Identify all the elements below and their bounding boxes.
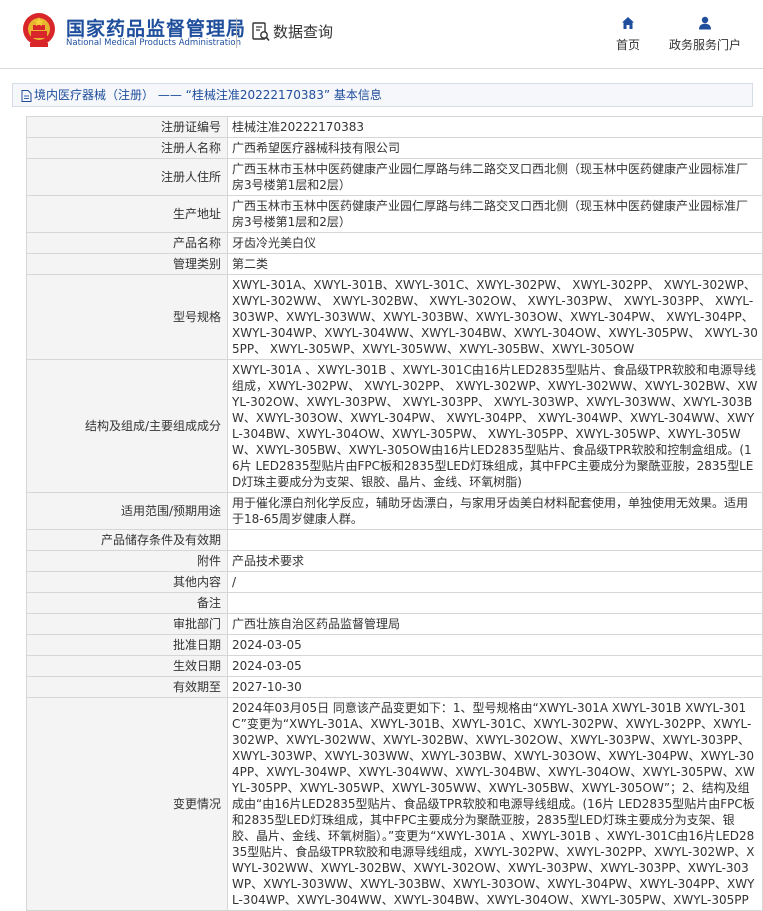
field-label: 型号规格 bbox=[26, 274, 228, 360]
table-row: 审批部门 广西壮族自治区药品监督管理局 bbox=[26, 613, 763, 635]
field-label: 批准日期 bbox=[26, 634, 228, 656]
site-title[interactable]: 国家药品监督管理局 bbox=[66, 14, 246, 41]
field-value: 广西玉林市玉林中医药健康产业园仁厚路与纬二路交叉口西北侧（现玉林中医药健康产业园… bbox=[227, 158, 763, 196]
nav-home[interactable]: 首页 bbox=[613, 16, 643, 53]
field-label: 备注 bbox=[26, 592, 228, 614]
field-value: 广西玉林市玉林中医药健康产业园仁厚路与纬二路交叉口西北侧（现玉林中医药健康产业园… bbox=[227, 195, 763, 233]
field-label: 其他内容 bbox=[26, 571, 228, 593]
table-row: 管理类别 第二类 bbox=[26, 253, 763, 275]
field-value: XWYL-301A 、XWYL-301B 、XWYL-301C由16片LED28… bbox=[227, 359, 763, 493]
field-value: 2024-03-05 bbox=[227, 655, 763, 677]
site-subtitle: National Medical Products Administration bbox=[66, 38, 241, 48]
nav-home-label: 首页 bbox=[615, 38, 640, 52]
table-row: 注册人名称 广西希望医疗器械科技有限公司 bbox=[26, 137, 763, 159]
field-label: 结构及组成/主要组成成分 bbox=[26, 359, 228, 493]
field-value: 牙齿冷光美白仪 bbox=[227, 232, 763, 254]
breadcrumb-text: 境内医疗器械（注册） —— “桂械注准20222170383” 基本信息 bbox=[34, 88, 382, 102]
data-query-label[interactable]: 数据查询 bbox=[273, 21, 333, 42]
home-icon bbox=[622, 17, 634, 29]
table-row: 生产地址 广西玉林市玉林中医药健康产业园仁厚路与纬二路交叉口西北侧（现玉林中医药健… bbox=[26, 195, 763, 233]
table-row: 注册人住所 广西玉林市玉林中医药健康产业园仁厚路与纬二路交叉口西北侧（现玉林中医药… bbox=[26, 158, 763, 196]
table-row: 批准日期 2024-03-05 bbox=[26, 634, 763, 656]
field-label: 适用范围/预期用途 bbox=[26, 492, 228, 530]
field-label: 注册证编号 bbox=[26, 116, 228, 138]
field-value bbox=[227, 529, 763, 551]
field-value: 2024年03月05日 同意该产品变更如下：1、型号规格由“XWYL-301A … bbox=[227, 697, 763, 911]
field-value: 桂械注准20222170383 bbox=[227, 116, 763, 138]
field-label: 附件 bbox=[26, 550, 228, 572]
field-label: 生产地址 bbox=[26, 195, 228, 233]
registration-info-table: 注册证编号 桂械注准20222170383 注册人名称 广西希望医疗器械科技有限公司… bbox=[26, 116, 763, 911]
document-search-icon bbox=[252, 22, 270, 42]
field-label: 注册人名称 bbox=[26, 137, 228, 159]
field-label: 变更情况 bbox=[26, 697, 228, 911]
table-row: 有效期至 2027-10-30 bbox=[26, 676, 763, 698]
field-value: XWYL-301A、XWYL-301B、XWYL-301C、XWYL-302PW… bbox=[227, 274, 763, 360]
table-row: 变更情况 2024年03月05日 同意该产品变更如下：1、型号规格由“XWYL-3… bbox=[26, 697, 763, 911]
breadcrumb: 境内医疗器械（注册） —— “桂械注准20222170383” 基本信息 bbox=[12, 83, 753, 107]
field-value: 第二类 bbox=[227, 253, 763, 275]
table-row: 型号规格 XWYL-301A、XWYL-301B、XWYL-301C、XWYL-3… bbox=[26, 274, 763, 360]
field-label: 有效期至 bbox=[26, 676, 228, 698]
field-label: 生效日期 bbox=[26, 655, 228, 677]
table-row: 注册证编号 桂械注准20222170383 bbox=[26, 116, 763, 138]
nav-service-portal[interactable]: 政务服务门户 bbox=[666, 16, 744, 53]
site-header: 国家药品监督管理局 National Medical Products Admi… bbox=[0, 0, 763, 69]
document-icon bbox=[21, 89, 32, 102]
table-row: 其他内容 / bbox=[26, 571, 763, 593]
national-emblem-icon bbox=[23, 13, 55, 47]
table-row: 适用范围/预期用途 用于催化漂白剂化学反应，辅助牙齿漂白，与家用牙齿美白材料配套使… bbox=[26, 492, 763, 530]
field-value: 2027-10-30 bbox=[227, 676, 763, 698]
field-label: 管理类别 bbox=[26, 253, 228, 275]
field-value: 广西壮族自治区药品监督管理局 bbox=[227, 613, 763, 635]
table-row: 产品名称 牙齿冷光美白仪 bbox=[26, 232, 763, 254]
field-label: 注册人住所 bbox=[26, 158, 228, 196]
table-row: 生效日期 2024-03-05 bbox=[26, 655, 763, 677]
table-row: 结构及组成/主要组成成分 XWYL-301A 、XWYL-301B 、XWYL-3… bbox=[26, 359, 763, 493]
table-row: 备注 bbox=[26, 592, 763, 614]
field-label: 审批部门 bbox=[26, 613, 228, 635]
field-value: 用于催化漂白剂化学反应，辅助牙齿漂白，与家用牙齿美白材料配套使用，单独使用无效果… bbox=[227, 492, 763, 530]
nav-service-label: 政务服务门户 bbox=[668, 38, 741, 52]
field-label: 产品储存条件及有效期 bbox=[26, 529, 228, 551]
field-value: / bbox=[227, 571, 763, 593]
header-divider bbox=[236, 18, 237, 48]
table-row: 附件 产品技术要求 bbox=[26, 550, 763, 572]
user-icon bbox=[699, 16, 711, 30]
field-label: 产品名称 bbox=[26, 232, 228, 254]
field-value: 2024-03-05 bbox=[227, 634, 763, 656]
field-value: 产品技术要求 bbox=[227, 550, 763, 572]
table-row: 产品储存条件及有效期 bbox=[26, 529, 763, 551]
field-value: 广西希望医疗器械科技有限公司 bbox=[227, 137, 763, 159]
field-value bbox=[227, 592, 763, 614]
